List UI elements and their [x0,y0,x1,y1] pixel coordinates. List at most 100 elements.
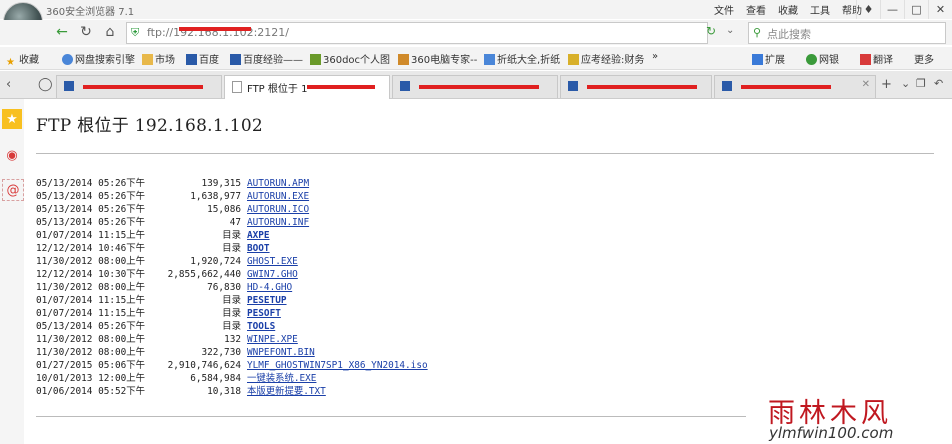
menu-view[interactable]: 查看 [746,2,766,17]
bookmark-item[interactable]: 百度 [186,51,219,66]
tab[interactable] [56,75,222,98]
tab-active[interactable]: FTP 根位于 1 [224,75,390,99]
minimize-button[interactable]: — [880,0,904,19]
file-link[interactable]: GWIN7.GHO [247,269,298,280]
close-button[interactable]: ✕ [928,0,952,19]
tab-title-redaction [419,85,539,89]
search-icon: ⚲ [753,26,762,39]
file-link[interactable]: HD-4.GHO [247,282,292,293]
file-size: 目录 [222,230,241,241]
tab[interactable]: ✕ [714,75,876,98]
search-box[interactable]: ⚲ 点此搜索 [748,22,946,44]
file-link[interactable]: AUTORUN.APM [247,178,309,189]
translate-button[interactable]: 翻译 [860,51,893,66]
bookmark-item[interactable]: 网盘搜索引擎 [62,51,135,66]
translate-icon [860,54,871,65]
shield-icon: ⛨ [131,26,140,39]
directory-link[interactable]: PESETUP [247,295,287,306]
url-redaction-mark [179,27,251,31]
undo-close-icon[interactable]: ◯ [38,77,53,92]
skin-icon[interactable]: ♦ [856,0,880,19]
file-link[interactable]: WNPEFONT.BIN [247,347,315,358]
maximize-button[interactable]: □ [904,0,928,19]
table-row: 01/07/2014 11:15上午 目录 PESOFT [36,307,428,320]
file-date: 11/30/2012 08:00上午 [36,347,146,358]
directory-link[interactable]: BOOT [247,243,270,254]
table-row: 11/30/2012 08:00上午 76,830 HD-4.GHO [36,281,428,294]
bookmark-item[interactable]: 折纸大全,折纸 [484,51,560,66]
page-icon [484,54,495,65]
directory-link[interactable]: PESOFT [247,308,281,319]
tab[interactable] [392,75,558,98]
table-row: 01/06/2014 05:52下午 10,318 本版更新提要.TXT [36,385,428,398]
bookmark-item[interactable]: 应考经验:财务 [568,51,644,66]
compat-mode-icon[interactable]: ↻ [706,24,716,38]
file-size: 2,855,662,440 [167,269,241,280]
bookmark-item[interactable]: 360电脑专家-- [398,51,477,66]
page-title: FTP 根位于 192.168.1.102 [36,116,264,136]
app-title: 360安全浏览器 7.1 [46,7,135,18]
favorites-star-icon[interactable]: ★ [2,109,22,129]
tab[interactable] [560,75,712,98]
file-date: 11/30/2012 08:00上午 [36,282,146,293]
bank-icon [806,54,817,65]
file-date: 05/13/2014 05:26下午 [36,191,146,202]
bookmark-item[interactable]: 百度经验—— [230,51,303,66]
tab-scroll-left-icon[interactable]: ‹ [6,77,11,92]
table-row: 05/13/2014 05:26下午 139,315 AUTORUN.APM [36,177,428,190]
file-size: 目录 [222,243,241,254]
bookmarks-more-icon[interactable]: » [652,51,658,62]
table-row: 11/30/2012 08:00上午 132 WINPE.XPE [36,333,428,346]
bookmark-item[interactable]: 市场 [142,51,175,66]
bookmark-favorites[interactable]: ★ 收藏 [6,51,39,68]
file-date: 11/30/2012 08:00上午 [36,256,146,267]
table-row: 05/13/2014 05:26下午 1,638,977 AUTORUN.EXE [36,190,428,203]
reload-icon[interactable]: ↻ [76,23,96,41]
file-link[interactable]: 本版更新提要.TXT [247,386,326,397]
dropdown-chevron-icon[interactable]: ⌄ [726,25,734,36]
file-link[interactable]: AUTORUN.EXE [247,191,309,202]
file-link[interactable]: AUTORUN.ICO [247,204,309,215]
file-size: 15,086 [207,204,241,215]
directory-link[interactable]: AXPE [247,230,270,241]
file-link[interactable]: WINPE.XPE [247,334,298,345]
file-date: 05/13/2014 05:26下午 [36,178,146,189]
file-date: 11/30/2012 08:00上午 [36,334,146,345]
divider [36,153,934,154]
file-size: 76,830 [207,282,241,293]
weibo-icon[interactable]: ◉ [2,145,22,165]
tab-title-redaction [587,85,697,89]
file-size: 目录 [222,321,241,332]
bookmark-item[interactable]: 360doc个人图 [310,51,390,66]
tab-close-icon[interactable]: ✕ [862,79,870,90]
menu-tools[interactable]: 工具 [810,2,830,17]
more-button[interactable]: 更多 [914,51,934,66]
new-tab-icon[interactable]: + [881,77,892,92]
home-icon[interactable]: ⌂ [100,23,120,41]
bank-button[interactable]: 网银 [806,51,839,66]
file-size: 139,315 [201,178,241,189]
mail-icon[interactable]: @ [2,179,24,201]
file-link[interactable]: YLMF_GHOSTWIN7SP1_X86_YN2014.iso [247,360,428,371]
file-size: 6,584,984 [190,373,241,384]
table-row: 11/30/2012 08:00上午 322,730 WNPEFONT.BIN [36,346,428,359]
baidu-icon [230,54,241,65]
directory-link[interactable]: TOOLS [247,321,275,332]
doc-icon [310,54,321,65]
file-date: 10/01/2013 12:00上午 [36,373,146,384]
menu-file[interactable]: 文件 [714,2,734,17]
extensions-button[interactable]: 扩展 [752,51,785,66]
back-arrow-icon[interactable]: ← [52,23,72,41]
restore-tab-icon[interactable]: ↶ [934,77,943,90]
page-favicon-icon [568,81,578,91]
file-size: 1,920,724 [190,256,241,267]
file-link[interactable]: 一键装系统.EXE [247,373,316,384]
address-bar[interactable]: ⛨ ftp://192.168.1.102:2121/ [126,22,708,44]
tab-manager-icon[interactable]: ❐ [916,77,926,90]
menu-favorites[interactable]: 收藏 [778,2,798,17]
file-link[interactable]: AUTORUN.INF [247,217,309,228]
tab-list-icon[interactable]: ⌄ [901,77,910,90]
top-menu: 文件 查看 收藏 工具 帮助 [714,2,862,17]
file-link[interactable]: GHOST.EXE [247,256,298,267]
baidu-icon [186,54,197,65]
